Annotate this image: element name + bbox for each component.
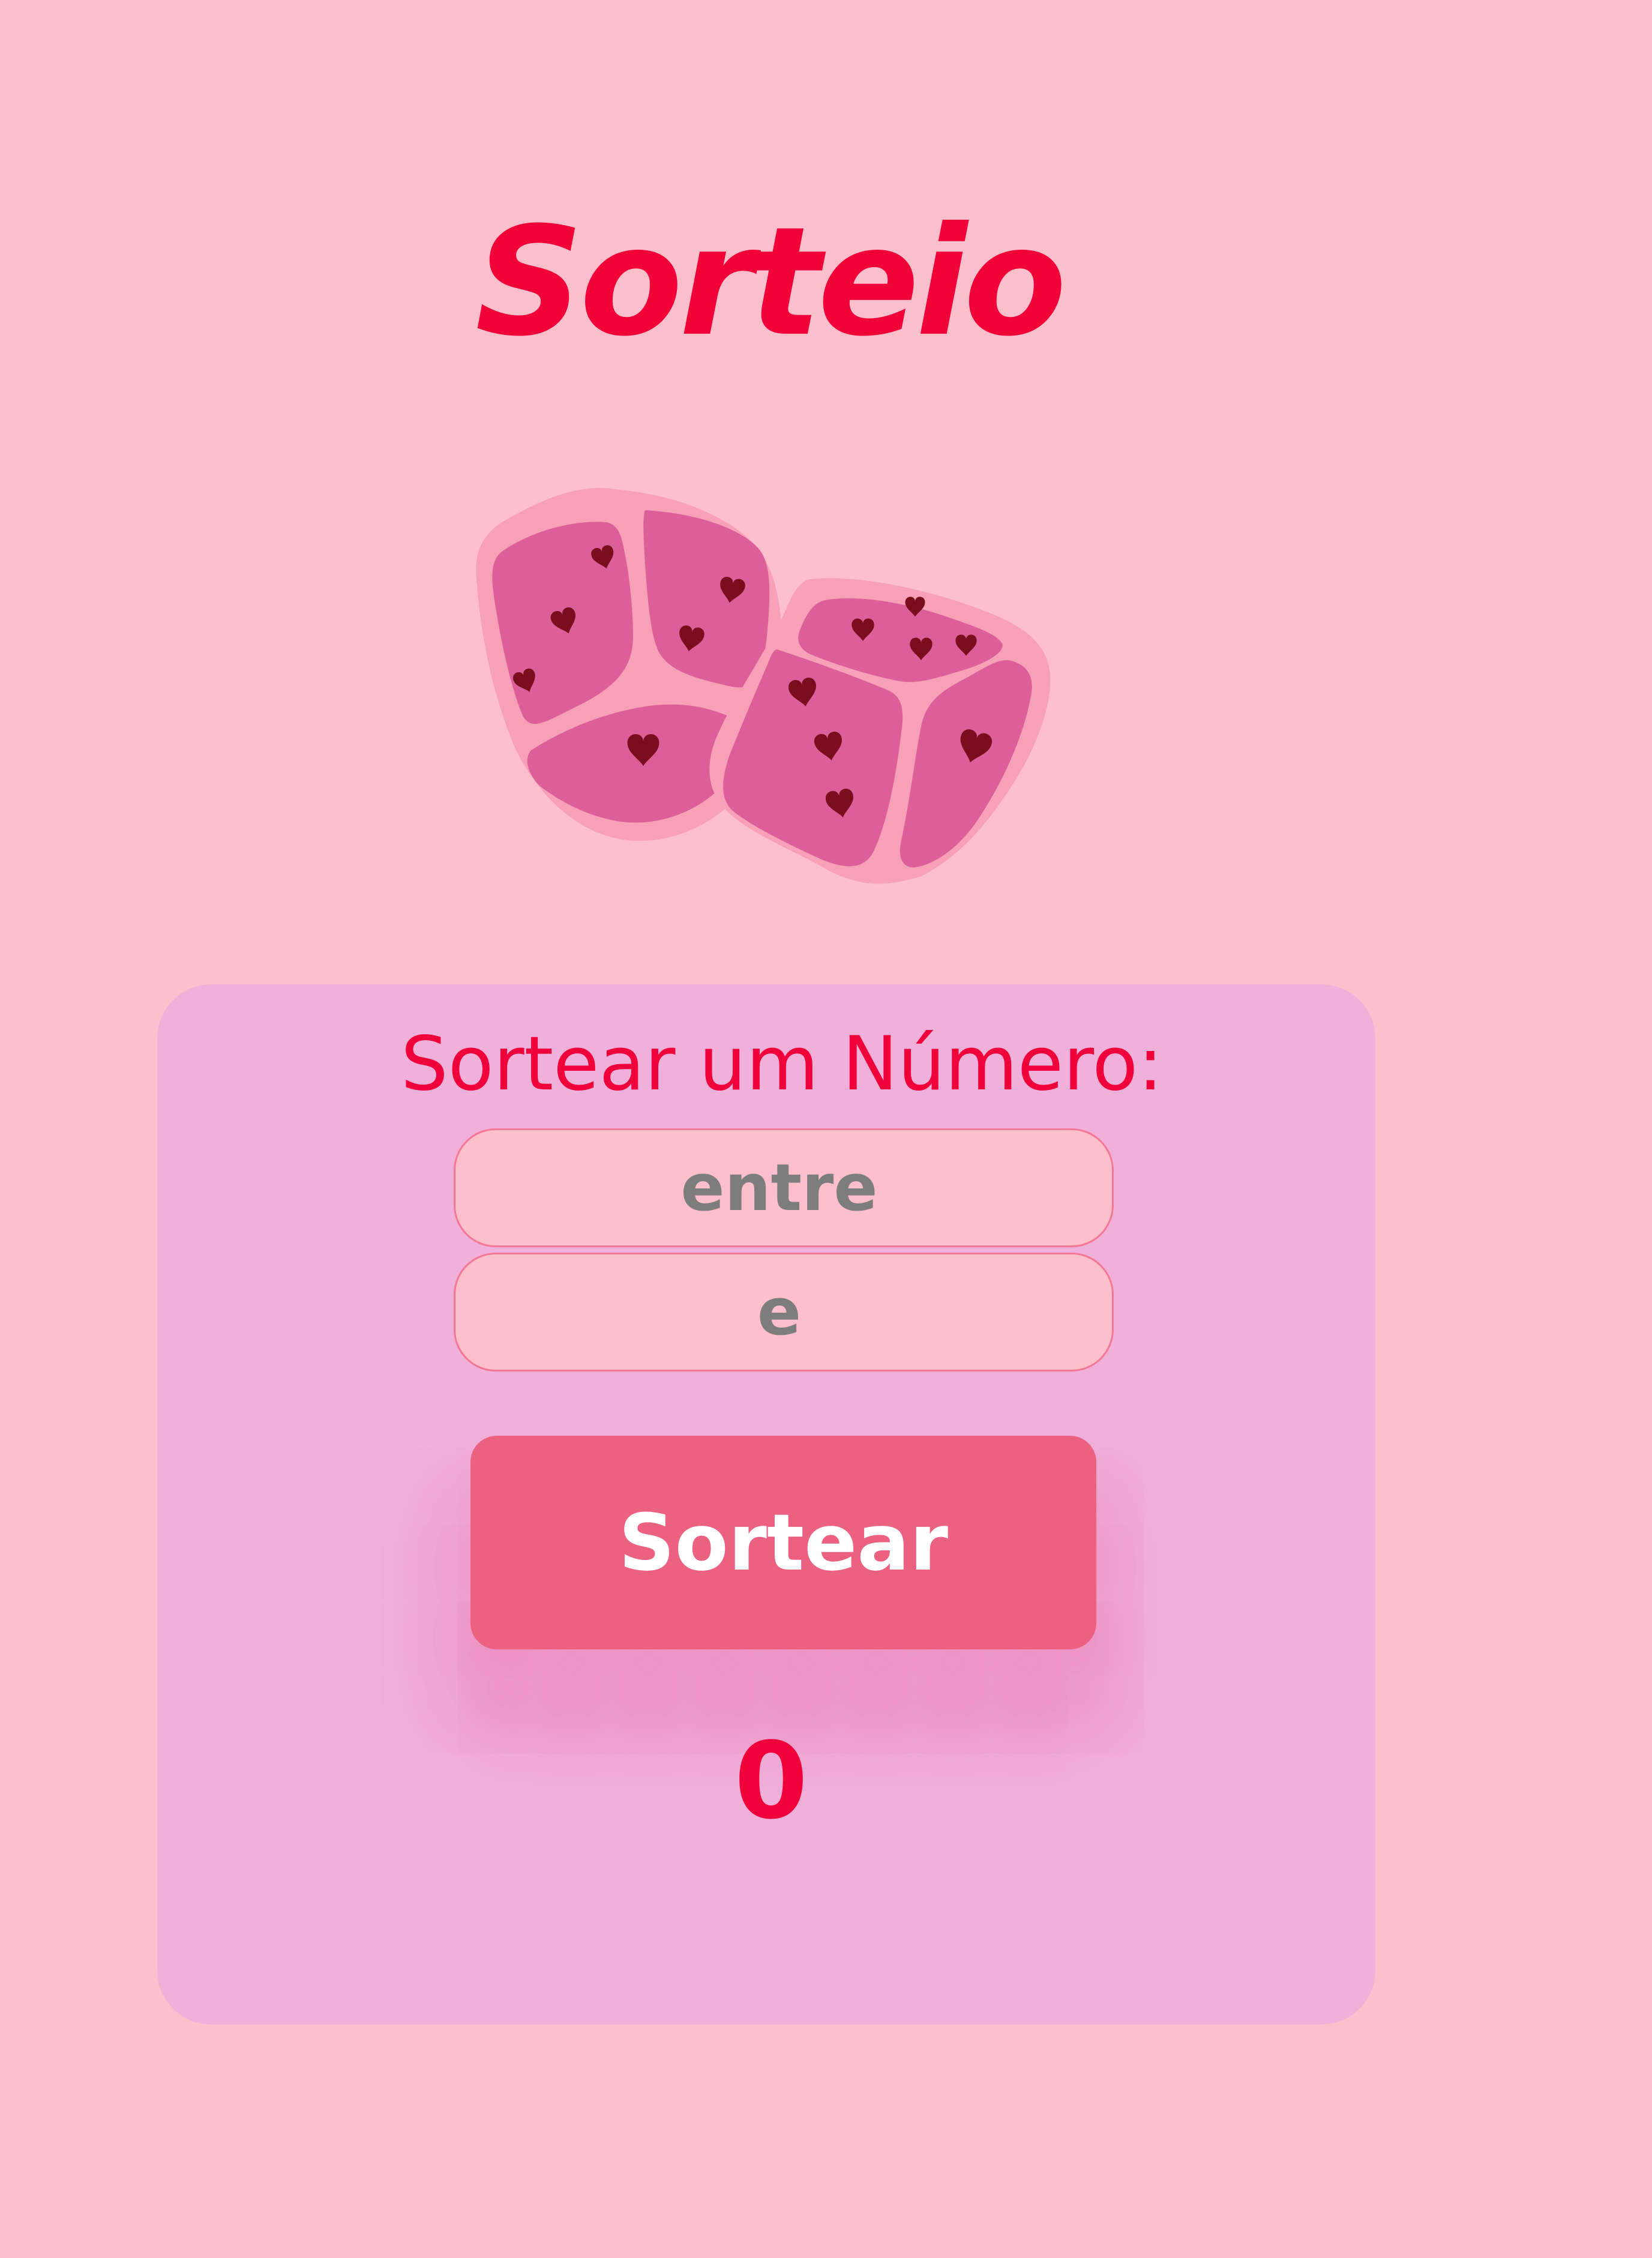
page-title: Sorteio	[475, 194, 1067, 369]
panel-heading-text: Sortear um Número:	[401, 1021, 1163, 1107]
draw-panel: Sortear um Número: Sortear 0	[157, 984, 1375, 2025]
dice-icon	[476, 488, 1051, 884]
result-value: 0	[157, 1721, 1375, 1841]
range-from-input[interactable]	[454, 1128, 1114, 1247]
range-to-input[interactable]	[454, 1253, 1114, 1371]
panel-heading: Sortear um Número:	[157, 1013, 1375, 1115]
result-number: 0	[734, 1720, 808, 1843]
draw-button[interactable]: Sortear	[470, 1436, 1096, 1649]
